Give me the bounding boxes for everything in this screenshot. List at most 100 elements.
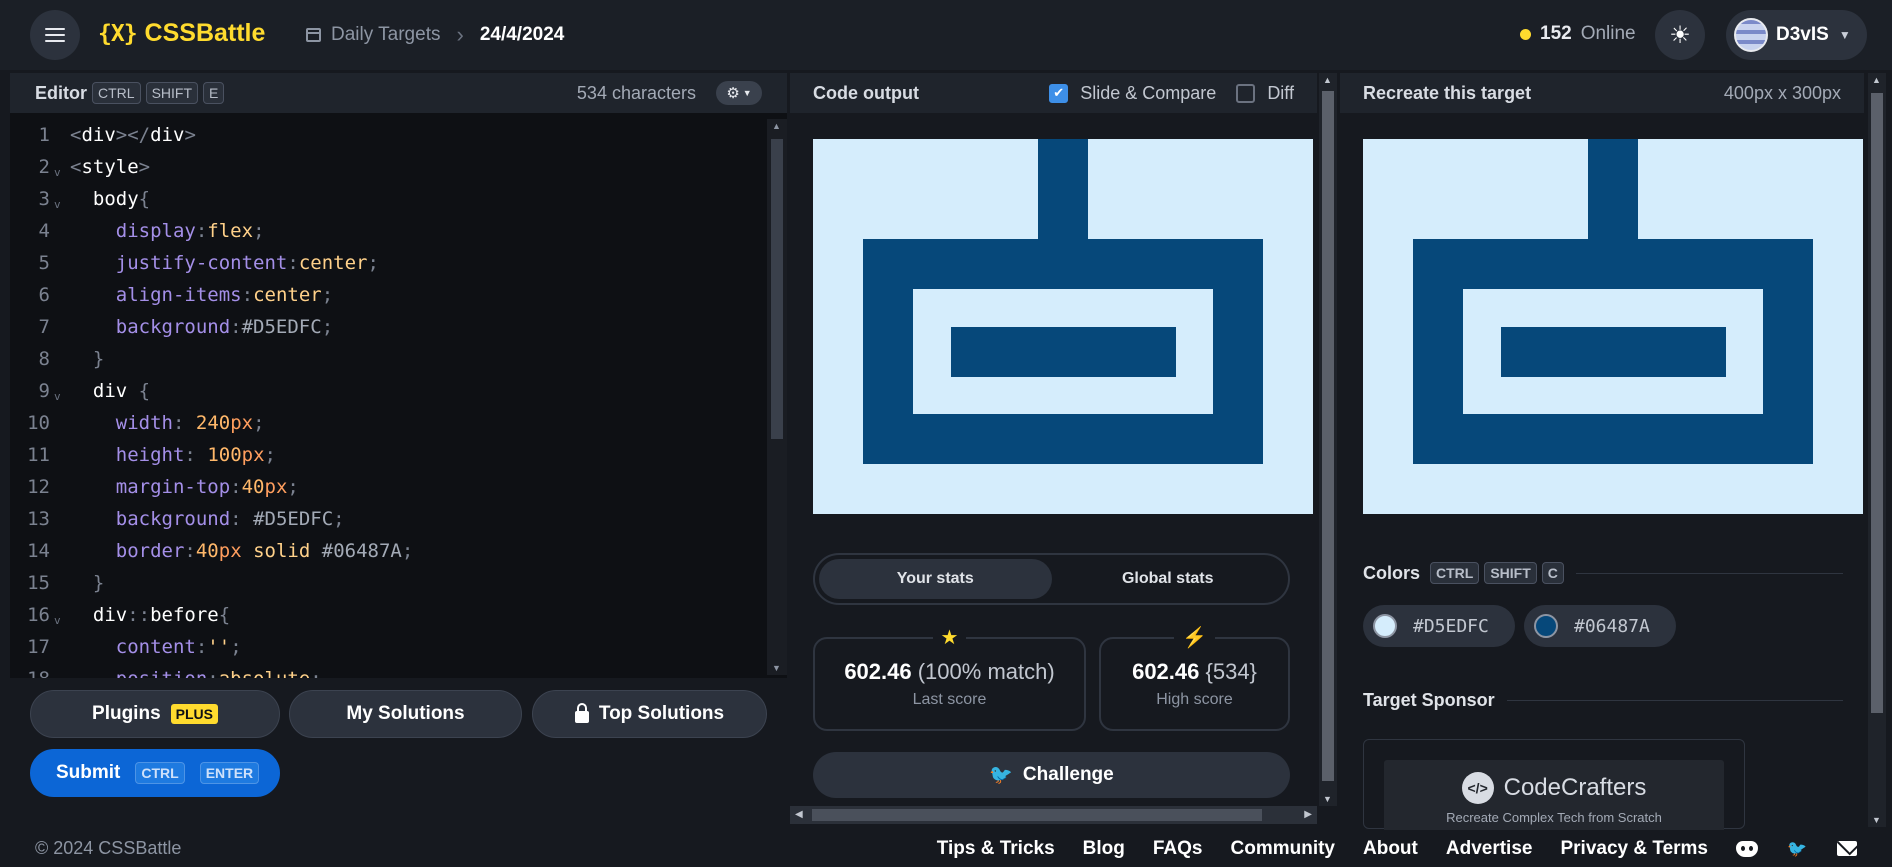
user-menu-button[interactable]: D3vIS ▼ [1726,10,1867,60]
chevron-down-icon: ▼ [742,88,752,98]
color-code: #D5EDFC [1413,615,1489,637]
high-score-label: High score [1156,691,1233,708]
my-solutions-label: My Solutions [346,703,465,724]
scroll-right-icon[interactable]: ▶ [1304,809,1312,820]
footer-link-faqs[interactable]: FAQs [1153,838,1203,860]
diff-toggle[interactable]: Diff [1236,83,1294,104]
challenge-label: Challenge [1022,764,1114,785]
code-text: } [92,348,105,370]
scrollbar-thumb[interactable] [1871,93,1883,713]
output-horizontal-scrollbar[interactable]: ◀ ▶ [790,806,1317,824]
code-line: 6 align-items:center; [10,279,766,311]
scrollbar-thumb[interactable] [1322,91,1334,781]
code-line: 10 width: 240px; [10,407,766,439]
fold-chevron-icon[interactable]: v [54,390,64,403]
twitter-icon: 🐦 [989,765,1013,786]
challenge-button[interactable]: 🐦 Challenge [813,752,1290,798]
tab-your-stats[interactable]: Your stats [819,559,1052,599]
line-number: 12 [27,476,50,498]
editor-actions: Plugins PLUS My Solutions Top Solutions … [10,678,787,829]
slide-compare-toggle[interactable]: ✔ Slide & Compare [1049,83,1216,104]
code-text: align-items:center; [115,284,334,306]
target-panel: Recreate this target 400px x 300px Color… [1340,73,1864,840]
tab-global-stats[interactable]: Global stats [1052,559,1285,599]
footer-link-community[interactable]: Community [1231,838,1336,860]
last-score-value: 602.46 [844,659,912,684]
shortcut-key: ENTER [199,762,260,784]
shortcut-key: CTRL [135,762,185,784]
online-dot-icon [1520,28,1531,40]
scroll-down-icon[interactable]: ▼ [1872,815,1881,825]
footer-link-advertise[interactable]: Advertise [1446,838,1533,860]
output-vertical-scrollbar[interactable]: ▲ ▼ [1319,73,1337,806]
code-text: border:40px solid #06487A; [115,540,414,562]
last-score-match: (100% match) [917,659,1055,684]
avatar [1734,18,1768,52]
code-line: 9v div { [10,375,766,407]
color-dot-icon [1373,614,1397,638]
sponsor-banner[interactable]: </> CodeCrafters Recreate Complex Tech f… [1384,760,1724,840]
sponsor-tagline: Recreate Complex Tech from Scratch [1446,810,1662,825]
code-text: background: #D5EDFC; [115,508,345,530]
color-code: #06487A [1574,615,1650,637]
hamburger-menu-icon [45,28,65,42]
scroll-up-icon[interactable]: ▲ [1323,75,1332,85]
divider [1506,700,1843,701]
last-score-label: Last score [912,691,987,708]
code-editor[interactable]: 1 <div></div> 2 v <style> 3v body{ 4 displa… [10,119,766,695]
output-canvas[interactable] [813,139,1313,514]
colors-title: Colors [1363,562,1421,583]
scrollbar-thumb[interactable] [812,809,1262,821]
line-number: 3 [38,188,50,210]
online-count: 152 [1540,23,1572,44]
twitter-icon[interactable]: 🐦 [1786,840,1808,858]
fold-chevron-icon[interactable]: v [54,166,64,179]
scroll-left-icon[interactable]: ◀ [795,809,803,820]
shortcut-key: CTRL [1430,562,1480,584]
scroll-up-icon[interactable]: ▲ [1872,75,1881,85]
footer-link-blog[interactable]: Blog [1083,838,1125,860]
theme-toggle-button[interactable]: ☀ [1655,10,1705,60]
fold-chevron-icon[interactable]: v [54,614,64,627]
code-text: div { [92,380,151,402]
footer-link-about[interactable]: About [1363,838,1418,860]
sponsor-card[interactable]: </> CodeCrafters Recreate Complex Tech f… [1363,739,1745,840]
checkbox-unchecked-icon[interactable] [1236,83,1256,103]
colors-heading: Colors CTRL SHIFT C [1363,562,1843,584]
line-number: 5 [38,252,50,274]
shortcut-key: C [1541,562,1564,584]
last-score-card: ★ 602.46 (100% match) Last score [813,625,1086,731]
username: D3vIS [1776,24,1829,45]
editor-settings-button[interactable]: ⚙ ▼ [716,81,762,105]
breadcrumb-daily-targets[interactable]: Daily Targets [331,24,440,46]
fold-chevron-icon[interactable]: v [54,198,64,211]
scroll-down-icon[interactable]: ▼ [1323,794,1332,804]
color-swatch-dark[interactable]: #06487A [1524,605,1676,647]
checkbox-checked-icon[interactable]: ✔ [1049,83,1069,103]
code-line: 2 v <style> [10,151,766,183]
discord-icon[interactable] [1736,840,1758,858]
plugins-button[interactable]: Plugins PLUS [30,690,280,738]
scroll-down-icon[interactable]: ▼ [772,663,781,673]
code-line: 12 margin-top:40px; [10,471,766,503]
character-count: 534 characters [576,82,696,103]
target-vertical-scrollbar[interactable]: ▲ ▼ [1868,73,1886,827]
editor-scrollbar[interactable]: ▲ ▼ [767,119,787,675]
footer-link-tips[interactable]: Tips & Tricks [937,838,1055,860]
line-number: 15 [27,572,50,594]
submit-button[interactable]: Submit CTRL ENTER [30,749,280,797]
footer-link-privacy[interactable]: Privacy & Terms [1560,838,1708,860]
stats-tabs: Your stats Global stats [813,553,1290,605]
top-solutions-button[interactable]: Top Solutions [532,690,767,738]
cssbattle-logo[interactable]: {X} CSSBattle [98,19,265,48]
scrollbar-thumb[interactable] [771,139,783,439]
line-number: 8 [38,348,50,370]
editor-title: Editor [35,82,87,103]
color-dot-icon [1534,614,1558,638]
scroll-up-icon[interactable]: ▲ [772,121,781,131]
star-icon: ★ [932,625,967,650]
mail-icon[interactable] [1836,840,1858,858]
color-swatch-light[interactable]: #D5EDFC [1363,605,1515,647]
menu-button[interactable] [30,10,80,60]
my-solutions-button[interactable]: My Solutions [289,690,522,738]
